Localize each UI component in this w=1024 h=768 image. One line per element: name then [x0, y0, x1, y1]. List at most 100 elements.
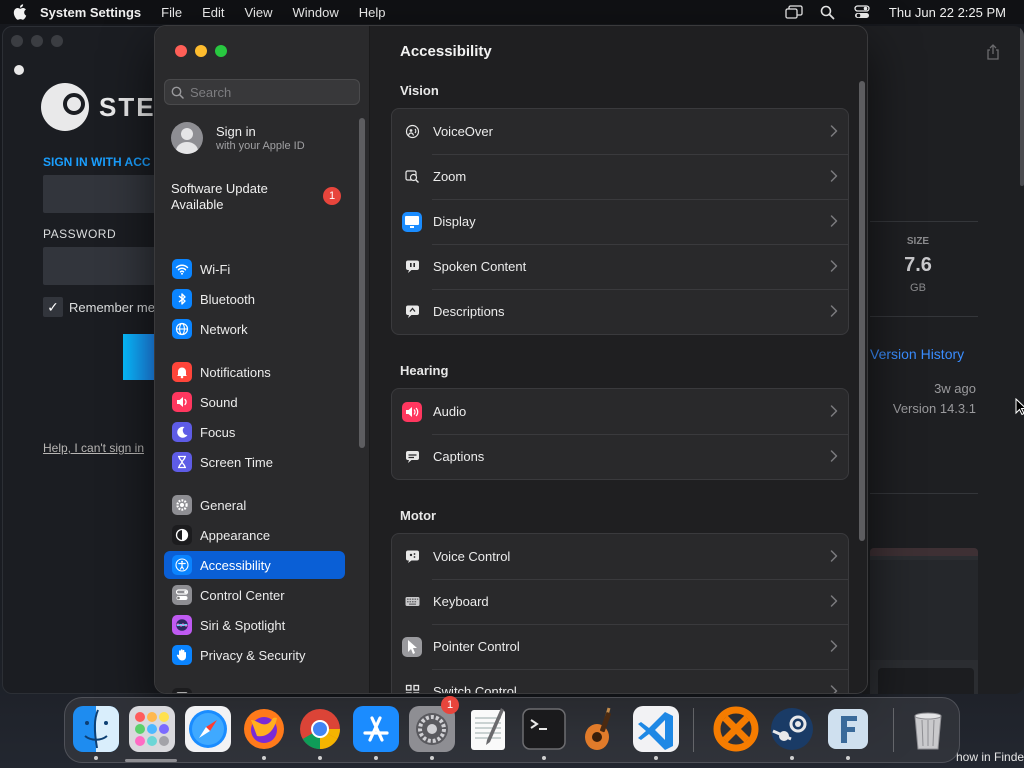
sidebar-item-privacy-security[interactable]: Privacy & Security [164, 641, 345, 669]
minimize-button[interactable] [195, 45, 207, 57]
as-scrollbar[interactable] [1020, 26, 1024, 186]
row-label: Descriptions [433, 304, 505, 319]
sidebar-item-label: Privacy & Security [200, 647, 306, 663]
steam-close-button[interactable] [11, 35, 23, 47]
sidebar-item-bluetooth[interactable]: Bluetooth [164, 285, 345, 313]
apple-menu-icon[interactable] [0, 4, 40, 20]
row-label: Voice Control [433, 549, 511, 564]
running-indicator [846, 756, 850, 760]
trash-icon[interactable] [905, 706, 951, 752]
sidebar-item-appearance[interactable]: Appearance [164, 521, 345, 549]
row-switch-control[interactable]: Switch Control [392, 669, 848, 693]
row-captions[interactable]: Captions [392, 434, 848, 479]
launchpad-icon[interactable] [129, 706, 175, 752]
sidebar-item-screen-time[interactable]: Screen Time [164, 448, 345, 476]
sidebar-item-notifications[interactable]: Notifications [164, 358, 345, 386]
menu-clock[interactable]: Thu Jun 22 2:25 PM [889, 5, 1006, 20]
sidebar-item-accessibility[interactable]: Accessibility [164, 551, 345, 579]
switch-control-icon [402, 682, 422, 693]
steam-minimize-button[interactable] [31, 35, 43, 47]
steam-zoom-button[interactable] [51, 35, 63, 47]
content-scrollbar[interactable] [859, 81, 865, 541]
menu-help[interactable]: Help [359, 5, 386, 20]
sidebar-item-label: Network [200, 321, 248, 337]
menu-edit[interactable]: Edit [202, 5, 224, 20]
steam-help-link[interactable]: Help, I can't sign in [43, 441, 144, 455]
section-heading-motor: Motor [400, 508, 437, 523]
row-zoom[interactable]: Zoom [392, 154, 848, 199]
running-indicator [94, 756, 98, 760]
row-pointer-control[interactable]: Pointer Control [392, 624, 848, 669]
voiceover-icon [402, 122, 422, 142]
row-descriptions[interactable]: Descriptions [392, 289, 848, 334]
sidebar-item-desktop-dock[interactable]: Desktop & Dock [164, 684, 345, 693]
spotlight-icon[interactable] [811, 0, 845, 24]
fontforge-icon[interactable] [825, 706, 871, 752]
firefox-icon[interactable] [241, 706, 287, 752]
pointer-icon [402, 636, 422, 657]
sidebar-item-general[interactable]: General [164, 491, 345, 519]
garageband-icon[interactable] [577, 706, 623, 752]
speaker-icon [172, 392, 192, 412]
globe-icon [172, 319, 192, 339]
sidebar-item-label: Screen Time [200, 454, 273, 470]
row-spoken-content[interactable]: Spoken Content [392, 244, 848, 289]
chrome-icon[interactable] [297, 706, 343, 752]
safari-icon[interactable] [185, 706, 231, 752]
sidebar-item-control-center[interactable]: Control Center [164, 581, 345, 609]
crossover-icon[interactable] [713, 706, 759, 752]
control-center-icon[interactable] [845, 0, 879, 24]
apple-id-signin[interactable]: Sign in with your Apple ID [171, 122, 305, 154]
screen-mirroring-icon[interactable] [777, 0, 811, 24]
version-history-link[interactable]: Version History [870, 346, 964, 362]
sidebar-item-siri-spotlight[interactable]: Siri & Spotlight [164, 611, 345, 639]
page-title: Accessibility [400, 43, 492, 60]
chevron-right-icon [830, 125, 838, 137]
siri-icon [172, 615, 192, 635]
row-label: Audio [433, 404, 467, 419]
row-label: Pointer Control [433, 639, 520, 654]
sidebar-scrollbar[interactable] [359, 118, 365, 448]
share-icon[interactable] [986, 44, 1000, 60]
zoom-icon [402, 167, 422, 187]
row-display[interactable]: Display [392, 199, 848, 244]
app-screenshot-preview[interactable] [870, 548, 978, 694]
steam-account-field[interactable] [43, 175, 171, 213]
menu-app-name[interactable]: System Settings [40, 5, 141, 20]
sidebar-item-focus[interactable]: Focus [164, 418, 345, 446]
terminal-icon[interactable] [521, 706, 567, 752]
row-voiceover[interactable]: VoiceOver [392, 109, 848, 154]
row-audio[interactable]: Audio [392, 389, 848, 434]
menu-view[interactable]: View [245, 5, 273, 20]
as-version: Version 14.3.1 [892, 401, 976, 416]
audio-icon [402, 401, 422, 422]
control-center-icon [172, 585, 192, 605]
row-keyboard[interactable]: Keyboard [392, 579, 848, 624]
vscode-icon[interactable] [633, 706, 679, 752]
sidebar-item-network[interactable]: Network [164, 315, 345, 343]
menu-window[interactable]: Window [292, 5, 338, 20]
show-in-finder-text[interactable]: how in Finde [956, 750, 1024, 764]
zoom-button[interactable] [215, 45, 227, 57]
sidebar-item-label: Siri & Spotlight [200, 617, 286, 633]
textedit-icon[interactable] [465, 706, 511, 752]
finder-icon[interactable] [73, 706, 119, 752]
row-voice-control[interactable]: Voice Control [392, 534, 848, 579]
running-indicator [654, 756, 658, 760]
sidebar-item-sound[interactable]: Sound [164, 388, 345, 416]
menu-file[interactable]: File [161, 5, 182, 20]
steam-logo-icon [41, 83, 89, 131]
app-store-icon[interactable] [353, 706, 399, 752]
hourglass-icon [172, 452, 192, 472]
software-update-row[interactable]: Software Update Available 1 [171, 181, 341, 213]
display-icon [402, 211, 422, 232]
steam-password-field[interactable] [43, 247, 171, 285]
settings-group-motor: Voice Control Keyboard Pointer Control Swit… [391, 533, 849, 693]
search-field[interactable] [164, 79, 360, 105]
steam-remember-checkbox[interactable]: ✓ [43, 297, 63, 317]
steam-icon[interactable] [769, 706, 815, 752]
sidebar-item-wi-fi[interactable]: Wi-Fi [164, 255, 345, 283]
chevron-right-icon [830, 215, 838, 227]
close-button[interactable] [175, 45, 187, 57]
search-input[interactable] [190, 84, 350, 100]
